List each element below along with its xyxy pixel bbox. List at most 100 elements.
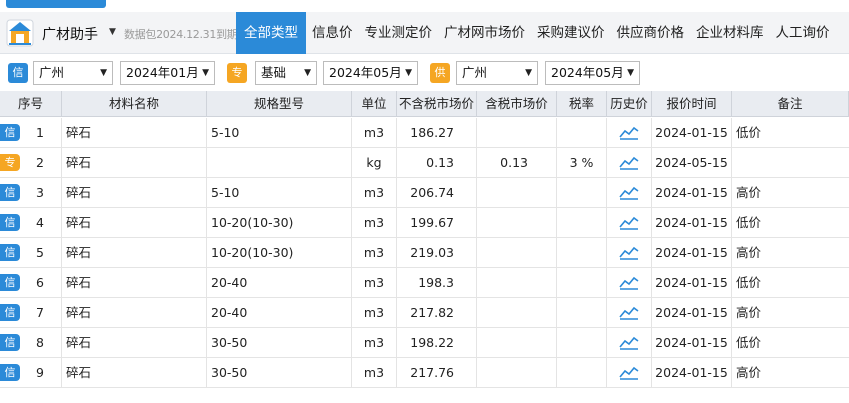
tax-rate-cell (557, 328, 607, 357)
price-ex-tax-cell: 186.27 (397, 118, 477, 147)
note-cell: 高价 (736, 365, 762, 380)
price-ex-tax-cell: 206.74 (397, 178, 477, 207)
header-spec[interactable]: 规格型号 (207, 91, 352, 116)
spec-cell: 10-20(10-30) (207, 208, 352, 237)
top-strip (0, 0, 849, 12)
tab-manual-inquiry[interactable]: 人工询价 (770, 12, 836, 54)
supplier-price-badge: 供 (430, 63, 450, 83)
trend-chart-icon[interactable] (619, 276, 639, 290)
table-header: 序号 材料名称 规格型号 单位 不含税市场价 含税市场价 税率 历史价 报价时间… (0, 91, 849, 117)
header-tax-rate[interactable]: 税率 (557, 91, 607, 116)
table-row[interactable]: 信 7 碎石 20-40 m3 217.82 2024-01-15 高价 (0, 298, 849, 328)
unit-cell: kg (352, 148, 397, 177)
trend-chart-icon[interactable] (619, 336, 639, 350)
chevron-down-icon: ▼ (627, 68, 634, 78)
tax-rate-cell: 3 % (557, 148, 607, 177)
header-material-name[interactable]: 材料名称 (62, 91, 207, 116)
spec-cell: 5-10 (207, 178, 352, 207)
table-row[interactable]: 信 3 碎石 5-10 m3 206.74 2024-01-15 高价 (0, 178, 849, 208)
pro-category-select[interactable]: 基础 ▼ (255, 61, 317, 85)
table-row[interactable]: 信 9 碎石 30-50 m3 217.76 2024-01-15 高价 (0, 358, 849, 388)
info-period-select[interactable]: 2024年01月 ▼ (120, 61, 215, 85)
seq-cell: 信5 (0, 238, 62, 267)
tab-market-price[interactable]: 广材网市场价 (438, 12, 531, 54)
table-row[interactable]: 信 4 碎石 10-20(10-30) m3 199.67 2024-01-15 低价 (0, 208, 849, 238)
unit-cell: m3 (352, 298, 397, 327)
material-name-cell: 碎石 (62, 298, 207, 327)
chevron-down-icon: ▼ (100, 68, 107, 78)
table-row[interactable]: 信 6 碎石 20-40 m3 198.3 2024-01-15 低价 (0, 268, 849, 298)
material-name-cell: 碎石 (62, 118, 207, 147)
header-history-price[interactable]: 历史价 (607, 91, 652, 116)
price-in-tax-cell (477, 358, 557, 387)
filter-bar: 信 广州 ▼ 2024年01月 ▼ 专 基础 ▼ 2024年05月 ▼ 供 广州 ▼ 20… (0, 55, 849, 91)
app-logo-icon (6, 19, 34, 47)
price-in-tax-cell (477, 298, 557, 327)
tab-supplier-price[interactable]: 供应商价格 (611, 12, 691, 54)
trend-chart-icon[interactable] (619, 126, 639, 140)
tab-enterprise-library[interactable]: 企业材料库 (690, 12, 770, 54)
material-name-cell: 碎石 (62, 268, 207, 297)
row-number: 2 (36, 155, 44, 170)
price-ex-tax-cell: 217.82 (397, 298, 477, 327)
header-price-in-tax[interactable]: 含税市场价 (477, 91, 557, 116)
top-service-tab[interactable] (6, 0, 106, 8)
header-price-ex-tax[interactable]: 不含税市场价 (397, 91, 477, 116)
price-source-badge: 信 (0, 274, 20, 291)
table-row[interactable]: 信 5 碎石 10-20(10-30) m3 219.03 2024-01-15 高价 (0, 238, 849, 268)
note-cell: 低价 (736, 335, 762, 350)
tax-rate-cell (557, 358, 607, 387)
spec-cell: 10-20(10-30) (207, 238, 352, 267)
header-seq[interactable]: 序号 (0, 91, 62, 116)
supplier-region-select[interactable]: 广州 ▼ (456, 61, 538, 85)
trend-chart-icon[interactable] (619, 156, 639, 170)
quote-date-cell: 2024-01-15 (652, 358, 732, 387)
material-name-cell: 碎石 (62, 208, 207, 237)
tab-professional-price[interactable]: 专业测定价 (359, 12, 439, 54)
material-name-cell: 碎石 (62, 238, 207, 267)
pro-period-value: 2024年05月 (329, 65, 402, 80)
price-in-tax-cell (477, 118, 557, 147)
supplier-region-value: 广州 (462, 65, 488, 80)
price-in-tax-cell (477, 328, 557, 357)
table-row[interactable]: 信 1 碎石 5-10 m3 186.27 2024-01-15 低价 (0, 118, 849, 148)
material-name-cell: 碎石 (62, 358, 207, 387)
info-region-select[interactable]: 广州 ▼ (33, 61, 113, 85)
pro-price-badge: 专 (227, 63, 247, 83)
app-title[interactable]: 广材助手 (42, 24, 98, 44)
table-row[interactable]: 专 2 碎石 kg 0.13 0.13 3 % 2024-05-15 (0, 148, 849, 178)
pro-period-select[interactable]: 2024年05月 ▼ (323, 61, 418, 85)
header-unit[interactable]: 单位 (352, 91, 397, 116)
spec-cell: 30-50 (207, 328, 352, 357)
supplier-period-select[interactable]: 2024年05月 ▼ (545, 61, 640, 85)
seq-cell: 信7 (0, 298, 62, 327)
note-cell: 低价 (736, 125, 762, 140)
trend-chart-icon[interactable] (619, 306, 639, 320)
tab-purchase-suggested-price[interactable]: 采购建议价 (531, 12, 611, 54)
tab-info-price[interactable]: 信息价 (306, 12, 359, 54)
quote-date-cell: 2024-01-15 (652, 268, 732, 297)
chevron-down-icon: ▼ (525, 68, 532, 78)
app-menu-caret-icon[interactable]: ▼ (109, 27, 116, 37)
history-price-cell (607, 298, 652, 327)
trend-chart-icon[interactable] (619, 186, 639, 200)
table-row[interactable]: 信 8 碎石 30-50 m3 198.22 2024-01-15 低价 (0, 328, 849, 358)
trend-chart-icon[interactable] (619, 246, 639, 260)
info-region-value: 广州 (39, 65, 65, 80)
note-cell: 高价 (736, 305, 762, 320)
seq-cell: 信9 (0, 358, 62, 387)
price-ex-tax-cell: 199.67 (397, 208, 477, 237)
trend-chart-icon[interactable] (619, 216, 639, 230)
history-price-cell (607, 238, 652, 267)
header-quote-date[interactable]: 报价时间 (652, 91, 732, 116)
header-note[interactable]: 备注 (732, 91, 849, 116)
quote-date-cell: 2024-01-15 (652, 178, 732, 207)
tax-rate-cell (557, 178, 607, 207)
tab-all-types[interactable]: 全部类型 (236, 12, 306, 54)
quote-date-cell: 2024-01-15 (652, 118, 732, 147)
unit-cell: m3 (352, 328, 397, 357)
history-price-cell (607, 178, 652, 207)
unit-cell: m3 (352, 178, 397, 207)
price-source-badge: 信 (0, 334, 20, 351)
trend-chart-icon[interactable] (619, 366, 639, 380)
